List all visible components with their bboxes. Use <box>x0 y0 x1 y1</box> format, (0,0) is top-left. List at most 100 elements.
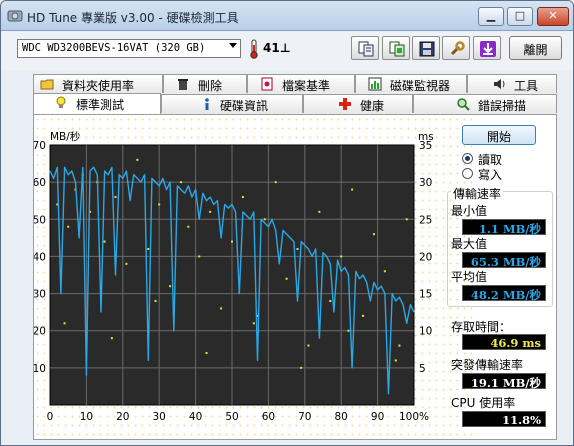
exit-button[interactable]: 離開 <box>509 36 562 60</box>
y-axis-label-left: MB/秒 <box>50 130 81 143</box>
app-icon <box>7 10 23 22</box>
tab-error-scan[interactable]: 錯誤掃描 <box>413 94 557 113</box>
save-button[interactable] <box>412 36 440 60</box>
x-tick-label: 60 <box>262 411 275 423</box>
tab-health[interactable]: 健康 <box>303 94 413 113</box>
speaker-icon <box>494 79 505 89</box>
tab-disk-monitor[interactable]: 磁碟監視器 <box>355 74 467 93</box>
avg-value: 48.2 MB/秒 <box>462 285 546 302</box>
access-time-value: 46.9 ms <box>462 334 546 350</box>
chevron-down-icon <box>229 43 237 48</box>
y-tick-label-left: 40 <box>34 251 46 263</box>
copy-screenshot-button[interactable] <box>382 36 410 60</box>
access-time-point <box>394 359 397 362</box>
access-time-point <box>220 307 223 310</box>
tab-label: 資料夾使用率 <box>62 79 135 93</box>
thermometer-icon <box>250 39 258 59</box>
y-tick-label-right: 10 <box>419 326 432 338</box>
access-time-point <box>158 203 161 206</box>
trash-icon <box>178 79 188 90</box>
access-time-point <box>263 218 266 221</box>
download-arrow-icon <box>480 41 496 57</box>
access-time-point <box>252 322 255 325</box>
copy-info-button[interactable] <box>351 36 379 60</box>
access-time-point <box>205 352 208 354</box>
x-tick-label: 0 <box>47 411 54 423</box>
y-tick-label-right: 20 <box>419 251 432 263</box>
x-tick-label: 20 <box>116 411 129 423</box>
y-tick-label-right: 25 <box>419 214 432 226</box>
info-icon <box>205 98 209 110</box>
disk-monitor-icon <box>368 77 382 91</box>
y-tick-label-left: 10 <box>34 363 46 375</box>
temperature-readout: 41⊥ <box>263 41 291 55</box>
y-tick-label-right: 30 <box>419 177 432 189</box>
temperature-value: 41 <box>263 41 280 55</box>
tab-benchmark[interactable]: 標準測試 <box>33 93 161 114</box>
window-title: HD Tune 專業版 v3.00 - 硬碟檢測工具 <box>27 11 239 25</box>
burst-rate-value: 19.1 MB/秒 <box>462 373 546 390</box>
options-button[interactable] <box>442 36 470 60</box>
burst-rate-label: 突發傳輸速率 <box>451 358 524 372</box>
maximize-icon: □ <box>514 9 526 22</box>
tab-label: 健康 <box>360 99 385 113</box>
access-time-point <box>307 344 310 347</box>
tab-delete[interactable]: 刪除 <box>163 74 247 93</box>
write-label: 寫入 <box>478 168 503 182</box>
app-window: HD Tune 專業版 v3.00 - 硬碟檢測工具 ▁ □ ✕ WDC WD3… <box>0 0 574 446</box>
access-time-point <box>154 300 157 302</box>
cpu-usage-value: 11.8% <box>462 411 546 427</box>
access-time-label: 存取時間： <box>451 320 512 334</box>
x-tick-label: 90 <box>371 411 384 423</box>
radio-selected-dot <box>465 156 470 161</box>
minimize-button[interactable]: ▁ <box>478 7 504 26</box>
floppy-icon <box>419 41 435 57</box>
tab-tools[interactable]: 工具 <box>467 74 557 93</box>
wrench-icon <box>450 41 465 56</box>
x-tick-label: 70 <box>298 411 311 423</box>
close-button[interactable]: ✕ <box>537 7 569 26</box>
title-bar[interactable]: HD Tune 專業版 v3.00 - 硬碟檢測工具 ▁ □ ✕ <box>1 1 573 31</box>
y-tick-label-left: 30 <box>34 289 46 301</box>
read-radio[interactable] <box>462 153 473 164</box>
tab-label: 錯誤掃描 <box>478 99 527 113</box>
access-time-point <box>241 196 244 198</box>
max-label: 最大值 <box>451 237 488 251</box>
minimize-icon: ▁ <box>486 9 496 22</box>
access-time-point <box>125 262 128 265</box>
tab-file-benchmark[interactable]: 檔案基準 <box>247 74 355 93</box>
access-time-point <box>63 322 66 325</box>
access-time-point <box>362 314 365 317</box>
copy-icon <box>358 41 374 57</box>
file-benchmark-icon <box>261 77 273 91</box>
close-icon: ✕ <box>548 9 558 22</box>
tab-label: 檔案基準 <box>282 79 331 93</box>
min-value: 1.1 MB/秒 <box>462 219 546 236</box>
transfer-rate-title: 傳輸速率 <box>451 185 504 202</box>
tab-hdd-info[interactable]: 硬碟資訊 <box>161 94 303 113</box>
access-time-point <box>110 337 113 340</box>
access-time-point <box>198 255 201 258</box>
start-button[interactable]: 開始 <box>462 125 536 145</box>
x-tick-label: 10 <box>80 411 93 423</box>
access-time-point <box>274 181 277 184</box>
x-tick-label: 100% <box>399 411 429 423</box>
access-time-point <box>329 300 332 302</box>
access-time-point <box>372 233 375 236</box>
folder-icon <box>40 79 54 90</box>
access-time-point <box>351 188 354 191</box>
tab-label: 硬碟資訊 <box>220 99 269 113</box>
transfer-rate-chart: 0102030405060708090100%70605040302010353… <box>34 130 434 423</box>
maximize-button[interactable]: □ <box>507 7 533 26</box>
write-radio[interactable] <box>462 168 473 179</box>
access-time-point <box>103 240 106 243</box>
tab-label: 刪除 <box>198 79 223 93</box>
drive-select[interactable]: WDC WD3200BEVS-16VAT (320 GB) <box>17 39 241 58</box>
y-tick-label-right: 15 <box>419 289 432 301</box>
y-tick-label-left: 20 <box>34 326 46 338</box>
download-button[interactable] <box>473 36 501 60</box>
tab-folder-usage[interactable]: 資料夾使用率 <box>33 74 163 93</box>
temperature-unit: ⊥ <box>279 41 291 55</box>
access-time-point <box>318 210 321 213</box>
avg-label: 平均值 <box>451 270 488 284</box>
